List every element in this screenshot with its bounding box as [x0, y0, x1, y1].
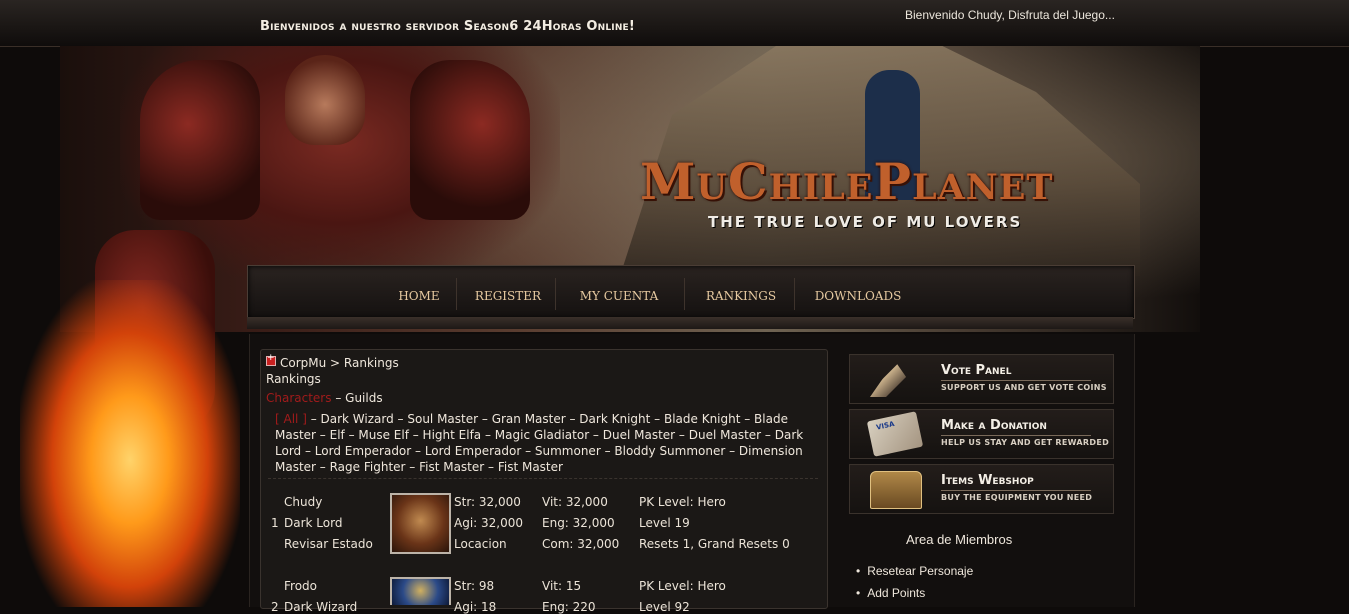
divider — [268, 478, 818, 479]
treasure-chest-icon — [870, 471, 922, 509]
webshop-button[interactable]: Items Webshop BUY THE EQUIPMENT YOU NEED — [849, 464, 1114, 514]
breadcrumb-text[interactable]: CorpMu > Rankings — [280, 356, 399, 370]
tab-separator: – — [331, 391, 346, 405]
page-title: Rankings — [266, 372, 321, 386]
nav-rankings[interactable]: RANKINGS — [700, 266, 782, 318]
nav-register[interactable]: REGISTER — [468, 266, 548, 318]
flames-artwork — [20, 280, 240, 607]
reset-character-link[interactable]: Resetear Personaje — [856, 564, 973, 578]
filter-all[interactable]: [ All ] — [275, 412, 307, 426]
stat-vit: Vit: 32,000 — [542, 495, 608, 509]
stat-str: Str: 32,000 — [454, 495, 521, 509]
donation-title: Make a Donation — [941, 418, 1047, 433]
pk-level: PK Level: Hero — [639, 495, 726, 509]
warrior-shoulder-left — [140, 60, 260, 220]
warrior-shoulder-right — [410, 60, 530, 220]
character-class: Dark Lord — [284, 516, 343, 530]
character-level: Level 19 — [639, 516, 690, 530]
warrior-head — [285, 55, 365, 145]
stat-eng: Eng: 32,000 — [542, 516, 615, 530]
rankings-panel — [260, 349, 828, 609]
top-bar: Bienvenidos a nuestro servidor Season6 2… — [0, 0, 1349, 47]
nav-separator — [684, 278, 685, 310]
stat-com: Com: 32,000 — [542, 537, 620, 551]
donation-subtitle: HELP US STAY AND GET REWARDED — [941, 438, 1110, 447]
location-label: Locacion — [454, 537, 507, 551]
user-greeting: Bienvenido Chudy, Disfruta del Juego... — [905, 8, 1115, 22]
divider — [941, 490, 1091, 491]
character-name[interactable]: Frodo — [284, 579, 317, 593]
vote-panel-button[interactable]: Vote Panel SUPPORT US AND GET VOTE COINS — [849, 354, 1114, 404]
character-portrait — [390, 493, 451, 554]
nav-home[interactable]: HOME — [388, 266, 450, 318]
ranking-tabs: Characters – Guilds — [266, 391, 383, 405]
character-name[interactable]: Chudy — [284, 495, 322, 509]
filter-class-list[interactable]: – Dark Wizard – Soul Master – Gran Maste… — [275, 412, 803, 474]
nav-downloads[interactable]: DOWNLOADS — [811, 266, 905, 318]
divider — [941, 435, 1091, 436]
class-filter: [ All ] – Dark Wizard – Soul Master – Gr… — [275, 411, 805, 475]
site-tagline: THE TRUE LOVE OF MU LOVERS — [708, 213, 1023, 231]
vote-panel-title: Vote Panel — [941, 363, 1012, 378]
stat-agi: Agi: 32,000 — [454, 516, 524, 530]
resets-info: Resets 1, Grand Resets 0 — [639, 537, 790, 551]
pk-level: PK Level: Hero — [639, 579, 726, 593]
add-points-link[interactable]: Add Points — [856, 586, 925, 600]
character-portrait — [390, 577, 451, 605]
site-logo[interactable]: MuChilePlanet — [640, 152, 1053, 211]
tab-guilds[interactable]: Guilds — [345, 391, 382, 405]
divider — [941, 380, 1091, 381]
nav-my-cuenta[interactable]: MY CUENTA — [573, 266, 665, 318]
character-level: Level 92 — [639, 600, 690, 614]
stat-eng: Eng: 220 — [542, 600, 596, 614]
nav-decorative-strip — [247, 317, 1133, 329]
breadcrumb: CorpMu > Rankings — [266, 353, 399, 370]
rank-number: 2 — [271, 600, 279, 614]
vote-pyramid-icon — [870, 361, 920, 397]
main-nav: HOME REGISTER MY CUENTA RANKINGS DOWNLOA… — [247, 265, 1135, 319]
nav-separator — [456, 278, 457, 310]
stat-agi: Agi: 18 — [454, 600, 497, 614]
members-area-title: Area de Miembros — [906, 532, 1013, 547]
stat-str: Str: 98 — [454, 579, 495, 593]
webshop-subtitle: BUY THE EQUIPMENT YOU NEED — [941, 493, 1093, 502]
plus-icon — [266, 353, 276, 366]
welcome-marquee: Bienvenidos a nuestro servidor Season6 2… — [260, 19, 636, 34]
donation-button[interactable]: Make a Donation HELP US STAY AND GET REW… — [849, 409, 1114, 459]
stat-vit: Vit: 15 — [542, 579, 582, 593]
credit-card-icon — [866, 411, 924, 457]
rank-number: 1 — [271, 516, 279, 530]
check-status-link[interactable]: Revisar Estado — [284, 537, 373, 551]
webshop-title: Items Webshop — [941, 473, 1034, 488]
nav-separator — [794, 278, 795, 310]
vote-panel-subtitle: SUPPORT US AND GET VOTE COINS — [941, 383, 1107, 392]
nav-separator — [555, 278, 556, 310]
character-class: Dark Wizard — [284, 600, 358, 614]
tab-characters[interactable]: Characters — [266, 391, 332, 405]
